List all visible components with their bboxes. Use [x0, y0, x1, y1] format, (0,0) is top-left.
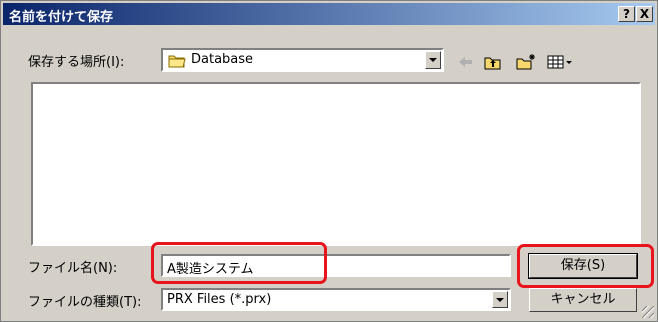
window-title: 名前を付けて保存 [9, 10, 114, 25]
location-dropdown-arrow[interactable] [425, 51, 441, 69]
filetype-combobox[interactable]: PRX Files (*.prx) [161, 288, 511, 311]
view-menu-icon[interactable] [546, 53, 574, 71]
filetype-dropdown-arrow[interactable] [492, 291, 508, 308]
filename-input[interactable]: A製造システム [161, 254, 511, 277]
close-button[interactable]: X [636, 6, 653, 22]
new-folder-icon[interactable] [515, 53, 535, 71]
save-as-dialog: 名前を付けて保存 ? X 保存する場所(I): Database ファイル名(N… [0, 0, 658, 322]
filename-value: A製造システム [167, 262, 254, 277]
filename-label: ファイル名(N): [28, 261, 118, 276]
location-combobox[interactable]: Database [161, 48, 444, 72]
folder-icon [168, 53, 186, 72]
help-button[interactable]: ? [618, 6, 635, 22]
location-value: Database [191, 52, 254, 67]
filetype-label: ファイルの種類(T): [28, 295, 142, 310]
back-arrow-icon[interactable] [456, 53, 476, 71]
resize-grip[interactable] [642, 306, 654, 318]
title-bar: 名前を付けて保存 ? X [3, 3, 655, 25]
save-button[interactable]: 保存(S) [528, 253, 638, 279]
filetype-value: PRX Files (*.prx) [167, 292, 272, 307]
file-list[interactable] [31, 82, 641, 246]
location-label: 保存する場所(I): [28, 55, 125, 70]
cancel-button[interactable]: キャンセル [529, 288, 637, 312]
up-folder-icon[interactable] [483, 53, 503, 71]
